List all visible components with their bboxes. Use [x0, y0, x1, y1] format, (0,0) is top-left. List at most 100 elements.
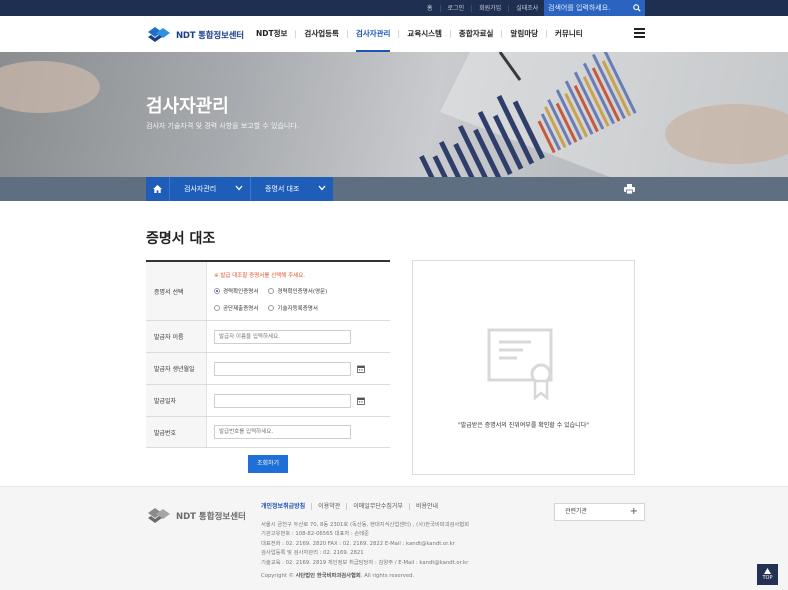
nav-divider: [398, 30, 400, 38]
calendar-icon[interactable]: [357, 397, 365, 405]
lookup-button[interactable]: 조회하기: [248, 455, 288, 473]
radio-career-certificate[interactable]: 경력확인증명서: [214, 287, 258, 295]
nav-inspection-registration[interactable]: 검사업등록: [304, 16, 339, 52]
footer-address: 서울시 금천구 두산로 70, 8동 2301호 (독산동, 현대지식산업센터)…: [261, 522, 470, 528]
breadcrumb-depth2[interactable]: 증명서 대조: [250, 177, 333, 201]
footer-education-contact: 기술교육 : 02. 2169. 2819 개인정보 취급담당자 : 김양주 /…: [261, 559, 469, 566]
calendar-icon[interactable]: [357, 365, 365, 373]
terms-link[interactable]: 이용약관: [311, 503, 346, 510]
form-row-issue-date: 발급일자: [146, 385, 390, 417]
form-row-issue-number: 발급번호: [146, 417, 390, 448]
nav-education-system[interactable]: 교육시스템: [407, 16, 442, 52]
email-refusal-link[interactable]: 이메일무단수집거부: [346, 503, 409, 510]
issue-date-label: 발급일자: [146, 385, 207, 416]
nav-notices[interactable]: 알림마당: [510, 16, 538, 52]
related-sites-label: 관련기관: [565, 508, 588, 515]
nav-ndt-info[interactable]: NDT정보: [256, 16, 287, 52]
main-navigation: NDT정보 검사업등록 검사자관리 교육시스템 종합자료실 알림마당 커뮤니티: [256, 16, 583, 52]
signup-link[interactable]: 회원가입: [471, 4, 508, 12]
radio-unselected-icon: [214, 304, 220, 311]
radio-selected-icon: [214, 287, 220, 294]
banner-chart-illustration: [0, 52, 788, 177]
issuer-birthdate-input[interactable]: [214, 361, 351, 376]
radio-career-certificate-english[interactable]: 경력확인증명서(영문): [268, 287, 327, 295]
radio-label: 경력확인증명서(영문): [277, 288, 328, 295]
nav-community[interactable]: 커뮤니티: [555, 16, 583, 52]
copyright-suffix: . All rights reserved.: [360, 573, 415, 579]
site-footer: NDT 통합정보센터 개인정보취급방침 이용약관 이메일무단수집거부 비용안내 …: [0, 486, 788, 590]
hero-banner: 검사자관리 검사자 기술자격 및 경력 사항을 보고할 수 있습니다.: [0, 52, 788, 177]
site-logo[interactable]: NDT 통합정보센터: [146, 25, 244, 45]
nav-divider: [546, 30, 548, 38]
ndt-logo-icon: [148, 27, 170, 42]
radio-label: 기술자등록증명서: [277, 305, 318, 312]
nav-divider: [449, 30, 451, 38]
page-title: 증명서 대조: [146, 231, 216, 247]
hamburger-menu-icon[interactable]: [634, 28, 645, 38]
print-icon[interactable]: [624, 184, 635, 194]
footer-logo: NDT 통합정보센터: [146, 506, 246, 526]
plus-icon: +: [629, 506, 638, 517]
utility-links: 홈 로그인 회원가입 실태조사: [420, 0, 545, 16]
certificate-form: 증명서 선택 ※ 발급 대조할 증명서를 선택해 주세요. 경력확인증명서 경력…: [146, 260, 390, 448]
radio-label: 경력확인증명서: [223, 288, 259, 295]
radio-unselected-icon: [268, 304, 275, 311]
login-link[interactable]: 로그인: [439, 4, 472, 12]
nav-divider: [295, 30, 297, 38]
radio-engineer-registration-certificate[interactable]: 기술자등록증명서: [268, 304, 318, 312]
scroll-to-top-button[interactable]: TOP: [757, 564, 778, 585]
certificate-type-label: 증명서 선택: [146, 262, 207, 320]
issue-date-input[interactable]: [214, 393, 351, 408]
home-link[interactable]: 홈: [420, 5, 440, 12]
certificate-notice: ※ 발급 대조할 증명서를 선택해 주세요.: [214, 272, 305, 279]
home-button[interactable]: [146, 177, 169, 201]
nav-resources[interactable]: 종합자료실: [459, 16, 494, 52]
verification-result-panel: "발급받은 증명서의 진위여부를 확인할 수 있습니다": [412, 260, 635, 475]
nav-inspector-management[interactable]: 검사자관리: [355, 16, 391, 52]
footer-logo-text: NDT 통합정보센터: [176, 512, 246, 522]
site-header: NDT 통합정보센터 NDT정보 검사업등록 검사자관리 교육시스템 종합자료실…: [0, 16, 788, 52]
top-utility-bar: 홈 로그인 회원가입 실태조사: [0, 0, 788, 16]
footer-registration: 기관고유번호 : 108-82-06565 대표자 : 손태준: [261, 531, 369, 538]
home-icon: [153, 185, 162, 193]
copyright: Copyright © 사단법인 한국비파괴검사협회. All rights r…: [261, 571, 414, 579]
privacy-policy-link[interactable]: 개인정보취급방침: [261, 503, 311, 510]
radio-agency-submission-certificate[interactable]: 공단제출증명서: [214, 304, 258, 312]
footer-contact: 대표전화 : 02. 2169. 2820 FAX : 02. 2169. 28…: [261, 540, 455, 547]
arrow-up-icon: [764, 568, 771, 574]
search-icon: [632, 4, 641, 12]
footer-info: 서울시 금천구 두산로 70, 8동 2301호 (독산동, 현대지식산업센터)…: [261, 521, 469, 568]
form-row-issuer-name: 발급자 이름: [146, 321, 390, 353]
banner-subtitle: 검사자 기술자격 및 경력 사항을 보고할 수 있습니다.: [146, 122, 300, 130]
fee-guide-link[interactable]: 비용안내: [408, 503, 444, 510]
top-label: TOP: [762, 575, 773, 581]
copyright-prefix: Copyright ©: [261, 573, 294, 579]
ndt-logo-icon: [148, 508, 170, 523]
chevron-down-icon: [235, 185, 243, 191]
search-input[interactable]: [544, 0, 628, 16]
form-row-issuer-birthdate: 발급자 생년월일: [146, 353, 390, 385]
survey-link[interactable]: 실태조사: [508, 4, 545, 12]
search-box: [544, 0, 645, 16]
nav-divider: [501, 30, 503, 38]
search-button[interactable]: [628, 0, 645, 16]
issuer-name-label: 발급자 이름: [146, 321, 207, 352]
verification-message: "발급받은 증명서의 진위여부를 확인할 수 있습니다": [458, 422, 589, 429]
copyright-org: 사단법인 한국비파괴검사협회: [295, 573, 361, 579]
issue-number-input[interactable]: [214, 425, 351, 439]
nav-divider: [346, 30, 348, 38]
breadcrumb-depth1-label: 검사자관리: [184, 185, 217, 193]
breadcrumb-depth2-label: 증명서 대조: [265, 185, 300, 193]
radio-label: 공단제출증명서: [223, 305, 259, 312]
footer-inspection-contact: 검사업등록 및 검사자관리 : 02. 2169. 2821: [261, 550, 364, 557]
radio-unselected-icon: [268, 287, 275, 294]
breadcrumb-depth1[interactable]: 검사자관리: [169, 177, 250, 201]
certificate-icon: [487, 328, 553, 400]
banner-title: 검사자관리: [146, 96, 229, 117]
footer-links: 개인정보취급방침 이용약관 이메일무단수집거부 비용안내: [261, 503, 444, 510]
logo-text: NDT 통합정보센터: [176, 31, 244, 41]
issuer-name-input[interactable]: [214, 329, 351, 344]
related-sites-select[interactable]: 관련기관 +: [554, 503, 645, 521]
issue-number-label: 발급번호: [146, 417, 207, 447]
sub-navigation-bar: 검사자관리 증명서 대조: [0, 177, 788, 201]
